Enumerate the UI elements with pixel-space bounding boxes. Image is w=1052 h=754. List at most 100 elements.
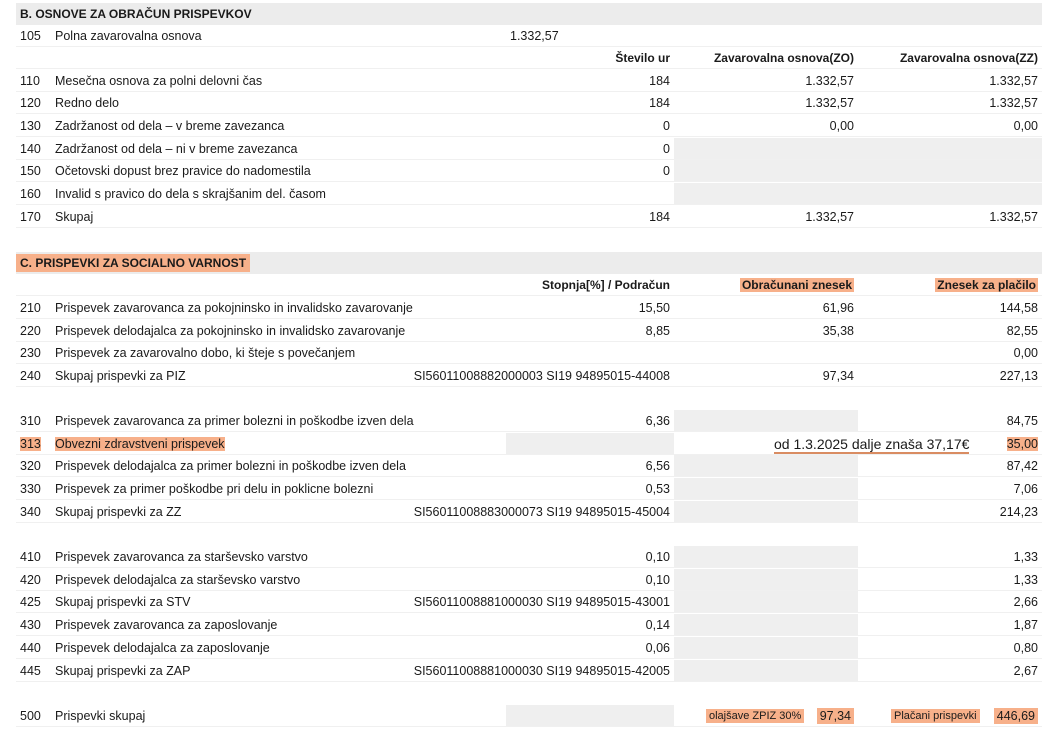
row-code: 420 — [20, 572, 41, 587]
row-hours: 184 — [649, 95, 670, 110]
table-row: 440 Prispevek delodajalca za zaposlovanje… — [16, 637, 1042, 659]
table-row: 430 Prispevek zavarovanca za zaposlovanje… — [16, 614, 1042, 636]
row-hours: 0 — [663, 118, 670, 133]
header-zz: Zavarovalna osnova(ZZ) — [899, 50, 1038, 65]
row-code: 445 — [20, 663, 41, 678]
row-code: 425 — [20, 594, 41, 609]
row-zz: 1.332,57 — [989, 95, 1038, 110]
table-row: 170 Skupaj 184 1.332,57 1.332,57 — [16, 206, 1042, 228]
table-row: 110 Mesečna osnova za polni delovni čas 18… — [16, 70, 1042, 92]
row-rate: SI56011008883000073 SI19 94895015-45004 — [413, 504, 670, 519]
row-rate: 0,53 — [645, 481, 670, 496]
table-row: 310 Prispevek zavarovanca za primer bolez… — [16, 410, 1042, 432]
section-b-header: B. OSNOVE ZA OBRAČUN PRISPEVKOV — [16, 3, 1042, 25]
row-code: 110 — [20, 73, 40, 88]
row-calc — [674, 614, 858, 635]
row-calc — [674, 410, 858, 431]
row-label: Prispevki skupaj — [55, 708, 146, 723]
row-label: Invalid s pravico do dela s skrajšanim d… — [55, 186, 326, 201]
row-label: Prispevek delodajalca za starševsko vars… — [55, 572, 301, 587]
row-rate: 6,36 — [645, 413, 670, 428]
row-hours: 184 — [649, 209, 670, 224]
relief-value: 97,34 — [816, 707, 854, 724]
row-zo: 1.332,57 — [805, 209, 854, 224]
table-row: 420 Prispevek delodajalca za starševsko v… — [16, 569, 1042, 591]
row-code: 340 — [20, 504, 41, 519]
row-pay: 82,55 — [1006, 323, 1038, 338]
row-pay: 7,06 — [1013, 481, 1038, 496]
table-row: 220 Prispevek delodajalca za pokojninsko … — [16, 320, 1042, 342]
row-code: 500 — [20, 708, 41, 723]
row-rate — [506, 342, 674, 363]
total-row: 500 Prispevki skupaj olajšave ZPIZ 30% 9… — [16, 705, 1042, 727]
row-rate: SI56011008881000030 SI19 94895015-43001 — [413, 594, 670, 609]
row-hours: 0 — [663, 141, 670, 156]
row-label: Prispevek za primer poškodbe pri delu in… — [55, 481, 374, 496]
row-pay: 1,33 — [1013, 549, 1038, 564]
row-label: Prispevek delodajalca za pokojninsko in … — [55, 323, 406, 338]
table-row: 410 Prispevek zavarovanca za starševsko v… — [16, 546, 1042, 568]
row-hours: 184 — [649, 73, 670, 88]
row-value: 1.332,57 — [510, 28, 559, 43]
row-code: 313 — [20, 436, 41, 451]
row-code: 210 — [20, 300, 41, 315]
row-label: Prispevek zavarovanca za starševsko vars… — [55, 549, 308, 564]
table-row: 160 Invalid s pravico do dela s skrajšani… — [16, 183, 1042, 205]
row-pay: 214,23 — [999, 504, 1038, 519]
row-code: 430 — [20, 617, 41, 632]
row-calc — [674, 478, 858, 499]
row-zz — [858, 183, 1042, 204]
table-row: 130 Zadržanost od dela – v breme zavezanc… — [16, 115, 1042, 137]
row-label: Polna zavarovalna osnova — [55, 28, 202, 43]
header-hours: Število ur — [615, 50, 670, 65]
row-zz: 1.332,57 — [989, 73, 1038, 88]
row-zo: 1.332,57 — [805, 95, 854, 110]
row-pay: 87,42 — [1006, 458, 1038, 473]
row-code: 440 — [20, 640, 41, 655]
row-rate: 0,14 — [645, 617, 670, 632]
table-row: 210 Prispevek zavarovanca za pokojninsko … — [16, 297, 1042, 319]
row-label: Prispevek zavarovanca za zaposlovanje — [55, 617, 278, 632]
row-code: 320 — [20, 458, 41, 473]
row-pay: 1,87 — [1013, 617, 1038, 632]
table-row: 140 Zadržanost od dela – ni v breme zavez… — [16, 138, 1042, 160]
row-label: Zadržanost od dela – v breme zavezanca — [55, 118, 285, 133]
header-rate: Stopnja[%] / Podračun — [541, 277, 670, 292]
row-label: Mesečna osnova za polni delovni čas — [55, 73, 263, 88]
section-c-title: C. PRISPEVKI ZA SOCIALNO VARNOST — [16, 254, 251, 272]
row-label: Prispevek delodajalca za primer bolezni … — [55, 458, 406, 473]
row-zo: 0,00 — [829, 118, 854, 133]
row-code: 120 — [20, 95, 41, 110]
row-zz — [858, 160, 1042, 181]
row-code: 410 — [20, 549, 41, 564]
row-label: Prispevek za zavarovalno dobo, ki šteje … — [55, 345, 356, 360]
row-code: 105 — [20, 28, 41, 43]
row-code: 230 — [20, 345, 41, 360]
row-code: 150 — [20, 163, 41, 178]
row-rate: SI56011008882000003 SI19 94895015-44008 — [413, 368, 670, 383]
table-row: 120 Redno delo 184 1.332,57 1.332,57 — [16, 92, 1042, 114]
row-rate: 8,85 — [645, 323, 670, 338]
row-label: Prispevek zavarovanca za pokojninsko in … — [55, 300, 413, 315]
row-rate: 0,06 — [645, 640, 670, 655]
row-code: 170 — [20, 209, 41, 224]
row-label: Redno delo — [55, 95, 119, 110]
row-calc — [674, 342, 858, 363]
header-calc: Obračunani znesek — [739, 277, 854, 292]
table-row: 445 Skupaj prispevki za ZAP SI560110088810… — [16, 660, 1042, 682]
row-rate: 0,10 — [645, 572, 670, 587]
table-row: 150 Očetovski dopust brez pravice do nado… — [16, 160, 1042, 182]
table-row: 320 Prispevek delodajalca za primer bolez… — [16, 455, 1042, 477]
row-zo: 1.332,57 — [805, 73, 854, 88]
table-row: 240 Skupaj prispevki za PIZ SI560110088820… — [16, 365, 1042, 387]
row-calc — [674, 637, 858, 658]
row-rate: 15,50 — [638, 300, 670, 315]
section-b-title: B. OSNOVE ZA OBRAČUN PRISPEVKOV — [20, 7, 252, 21]
section-c-column-headers: Stopnja[%] / Podračun Obračunani znesek … — [16, 274, 1042, 296]
row-hours — [506, 183, 674, 204]
row-pay: 144,58 — [999, 300, 1038, 315]
row-code: 310 — [20, 413, 41, 428]
row-rate: 0,10 — [645, 549, 670, 564]
row-code: 240 — [20, 368, 41, 383]
row-pay: 1,33 — [1013, 572, 1038, 587]
